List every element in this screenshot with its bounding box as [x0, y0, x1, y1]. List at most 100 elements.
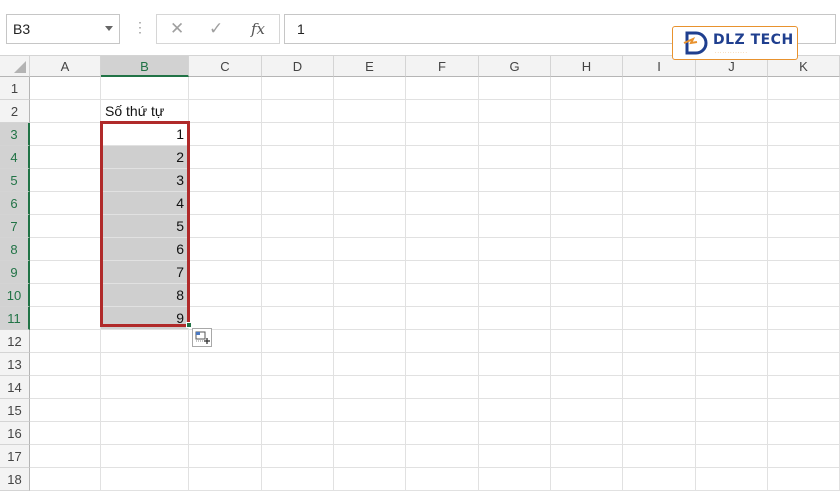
cell-j10[interactable] — [696, 284, 768, 307]
row-header-8[interactable]: 8 — [0, 238, 30, 261]
cell-a14[interactable] — [30, 376, 101, 399]
cell-g13[interactable] — [479, 353, 551, 376]
cell-c7[interactable] — [189, 215, 262, 238]
cell-i6[interactable] — [623, 192, 696, 215]
cancel-icon[interactable]: ✕ — [170, 19, 184, 39]
cell-b18[interactable] — [101, 468, 189, 491]
cell-b2[interactable]: Số thứ tự — [101, 100, 189, 123]
cell-j4[interactable] — [696, 146, 768, 169]
cell-f12[interactable] — [406, 330, 479, 353]
row-header-17[interactable]: 17 — [0, 445, 30, 468]
cell-k12[interactable] — [768, 330, 840, 353]
cell-i4[interactable] — [623, 146, 696, 169]
cell-j3[interactable] — [696, 123, 768, 146]
cell-e10[interactable] — [334, 284, 406, 307]
cell-h5[interactable] — [551, 169, 623, 192]
cell-h17[interactable] — [551, 445, 623, 468]
cell-f7[interactable] — [406, 215, 479, 238]
cell-h3[interactable] — [551, 123, 623, 146]
cell-i7[interactable] — [623, 215, 696, 238]
cell-k3[interactable] — [768, 123, 840, 146]
cell-a17[interactable] — [30, 445, 101, 468]
cell-k6[interactable] — [768, 192, 840, 215]
cell-b14[interactable] — [101, 376, 189, 399]
cell-b17[interactable] — [101, 445, 189, 468]
cell-d8[interactable] — [262, 238, 334, 261]
cell-c3[interactable] — [189, 123, 262, 146]
cell-c4[interactable] — [189, 146, 262, 169]
row-header-6[interactable]: 6 — [0, 192, 30, 215]
cell-j18[interactable] — [696, 468, 768, 491]
cell-j11[interactable] — [696, 307, 768, 330]
cell-j16[interactable] — [696, 422, 768, 445]
column-header-c[interactable]: C — [189, 56, 262, 77]
cell-k16[interactable] — [768, 422, 840, 445]
cell-a13[interactable] — [30, 353, 101, 376]
cell-g11[interactable] — [479, 307, 551, 330]
row-header-4[interactable]: 4 — [0, 146, 30, 169]
cell-f18[interactable] — [406, 468, 479, 491]
cell-i16[interactable] — [623, 422, 696, 445]
cell-g9[interactable] — [479, 261, 551, 284]
column-header-a[interactable]: A — [30, 56, 101, 77]
cell-k7[interactable] — [768, 215, 840, 238]
cell-k18[interactable] — [768, 468, 840, 491]
cell-k1[interactable] — [768, 77, 840, 100]
cell-j14[interactable] — [696, 376, 768, 399]
cell-c13[interactable] — [189, 353, 262, 376]
cell-f14[interactable] — [406, 376, 479, 399]
row-header-15[interactable]: 15 — [0, 399, 30, 422]
cell-c10[interactable] — [189, 284, 262, 307]
name-box[interactable]: B3 — [6, 14, 120, 44]
row-header-3[interactable]: 3 — [0, 123, 30, 146]
cell-j6[interactable] — [696, 192, 768, 215]
cell-d4[interactable] — [262, 146, 334, 169]
cell-a12[interactable] — [30, 330, 101, 353]
row-header-2[interactable]: 2 — [0, 100, 30, 123]
cell-d10[interactable] — [262, 284, 334, 307]
cell-f3[interactable] — [406, 123, 479, 146]
cell-e3[interactable] — [334, 123, 406, 146]
cell-k5[interactable] — [768, 169, 840, 192]
cell-h15[interactable] — [551, 399, 623, 422]
cell-e15[interactable] — [334, 399, 406, 422]
cell-d9[interactable] — [262, 261, 334, 284]
cell-k17[interactable] — [768, 445, 840, 468]
cell-d18[interactable] — [262, 468, 334, 491]
cell-g18[interactable] — [479, 468, 551, 491]
cell-g5[interactable] — [479, 169, 551, 192]
cell-d14[interactable] — [262, 376, 334, 399]
cell-i15[interactable] — [623, 399, 696, 422]
cell-a15[interactable] — [30, 399, 101, 422]
cell-c9[interactable] — [189, 261, 262, 284]
cell-c6[interactable] — [189, 192, 262, 215]
cell-e1[interactable] — [334, 77, 406, 100]
cell-f1[interactable] — [406, 77, 479, 100]
cell-j17[interactable] — [696, 445, 768, 468]
cell-g6[interactable] — [479, 192, 551, 215]
cell-d13[interactable] — [262, 353, 334, 376]
cell-f16[interactable] — [406, 422, 479, 445]
cell-i1[interactable] — [623, 77, 696, 100]
cell-g15[interactable] — [479, 399, 551, 422]
cell-a7[interactable] — [30, 215, 101, 238]
cell-b1[interactable] — [101, 77, 189, 100]
chevron-down-icon[interactable] — [105, 26, 113, 31]
cell-g8[interactable] — [479, 238, 551, 261]
row-header-11[interactable]: 11 — [0, 307, 30, 330]
cell-g2[interactable] — [479, 100, 551, 123]
cell-g3[interactable] — [479, 123, 551, 146]
row-header-18[interactable]: 18 — [0, 468, 30, 491]
cell-a16[interactable] — [30, 422, 101, 445]
row-header-7[interactable]: 7 — [0, 215, 30, 238]
cell-g7[interactable] — [479, 215, 551, 238]
cell-d6[interactable] — [262, 192, 334, 215]
cell-d15[interactable] — [262, 399, 334, 422]
cell-a18[interactable] — [30, 468, 101, 491]
cell-a3[interactable] — [30, 123, 101, 146]
cell-h8[interactable] — [551, 238, 623, 261]
cell-k15[interactable] — [768, 399, 840, 422]
cell-c5[interactable] — [189, 169, 262, 192]
cell-e5[interactable] — [334, 169, 406, 192]
cell-k8[interactable] — [768, 238, 840, 261]
